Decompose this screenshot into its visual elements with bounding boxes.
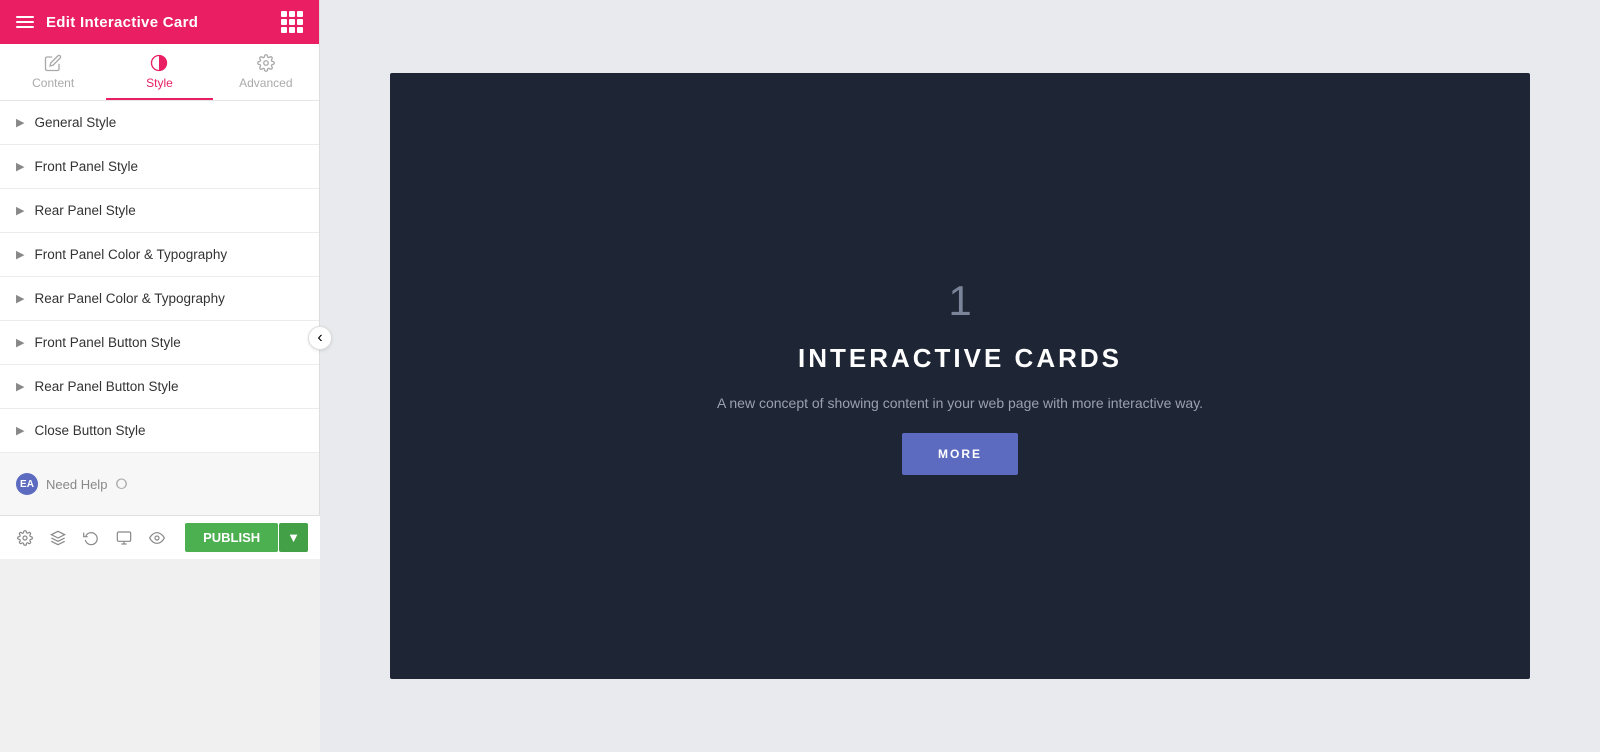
help-circle-icon[interactable]: ⭘︎ bbox=[115, 476, 127, 493]
tab-content-label: Content bbox=[32, 76, 74, 90]
section-front-panel-style-label: Front Panel Style bbox=[34, 159, 138, 174]
section-rear-panel-color-typography-header[interactable]: ▶ Rear Panel Color & Typography bbox=[0, 277, 319, 320]
chevron-right-icon: ▶ bbox=[16, 204, 24, 217]
bottom-toolbar: PUBLISH ▼ bbox=[0, 515, 320, 559]
card-number: 1 bbox=[948, 277, 971, 325]
section-rear-panel-color-typography: ▶ Rear Panel Color & Typography bbox=[0, 277, 319, 321]
section-front-panel-style-header[interactable]: ▶ Front Panel Style bbox=[0, 145, 319, 188]
section-rear-panel-style: ▶ Rear Panel Style bbox=[0, 189, 319, 233]
hamburger-menu-icon[interactable] bbox=[16, 16, 34, 28]
sidebar-sections: ▶ General Style ▶ Front Panel Style ▶ Re… bbox=[0, 101, 319, 453]
section-close-button-style-label: Close Button Style bbox=[34, 423, 145, 438]
chevron-right-icon: ▶ bbox=[16, 116, 24, 129]
tab-content[interactable]: Content bbox=[0, 44, 106, 100]
tab-advanced-label: Advanced bbox=[239, 76, 292, 90]
sidebar: Edit Interactive Card Content bbox=[0, 0, 320, 559]
pencil-icon bbox=[44, 54, 62, 72]
section-front-panel-button-style-header[interactable]: ▶ Front Panel Button Style bbox=[0, 321, 319, 364]
sidebar-title: Edit Interactive Card bbox=[46, 14, 198, 31]
history-icon[interactable] bbox=[78, 524, 103, 552]
section-rear-panel-button-style-label: Rear Panel Button Style bbox=[34, 379, 178, 394]
section-rear-panel-button-style-header[interactable]: ▶ Rear Panel Button Style bbox=[0, 365, 319, 408]
card-more-button[interactable]: MORE bbox=[902, 433, 1018, 475]
tab-advanced[interactable]: Advanced bbox=[213, 44, 319, 100]
sidebar-header: Edit Interactive Card bbox=[0, 0, 319, 44]
sidebar-collapse-arrow[interactable]: ‹ bbox=[308, 326, 332, 350]
section-general-style-header[interactable]: ▶ General Style bbox=[0, 101, 319, 144]
gear-icon bbox=[257, 54, 275, 72]
publish-button[interactable]: PUBLISH bbox=[185, 523, 278, 552]
publish-caret-button[interactable]: ▼ bbox=[279, 523, 308, 552]
card-inner: 1 INTERACTIVE CARDS A new concept of sho… bbox=[717, 277, 1203, 474]
ea-badge: EA bbox=[16, 473, 38, 495]
layers-icon[interactable] bbox=[45, 524, 70, 552]
chevron-right-icon: ▶ bbox=[16, 336, 24, 349]
section-rear-panel-button-style: ▶ Rear Panel Button Style bbox=[0, 365, 319, 409]
style-icon bbox=[150, 54, 168, 72]
grid-menu-icon[interactable] bbox=[281, 11, 303, 33]
chevron-right-icon: ▶ bbox=[16, 424, 24, 437]
sidebar-tabs: Content Style Advanced bbox=[0, 44, 319, 101]
chevron-right-icon: ▶ bbox=[16, 248, 24, 261]
section-close-button-style-header[interactable]: ▶ Close Button Style bbox=[0, 409, 319, 452]
chevron-right-icon: ▶ bbox=[16, 160, 24, 173]
section-front-panel-color-typography: ▶ Front Panel Color & Typography bbox=[0, 233, 319, 277]
section-general-style-label: General Style bbox=[34, 115, 116, 130]
chevron-right-icon: ▶ bbox=[16, 380, 24, 393]
main-content: 1 INTERACTIVE CARDS A new concept of sho… bbox=[320, 0, 1600, 752]
section-rear-panel-style-header[interactable]: ▶ Rear Panel Style bbox=[0, 189, 319, 232]
section-general-style: ▶ General Style bbox=[0, 101, 319, 145]
section-front-panel-button-style-label: Front Panel Button Style bbox=[34, 335, 180, 350]
card-description: A new concept of showing content in your… bbox=[717, 392, 1203, 414]
publish-group: PUBLISH ▼ bbox=[185, 523, 308, 552]
monitor-icon[interactable] bbox=[111, 524, 136, 552]
section-front-panel-button-style: ▶ Front Panel Button Style bbox=[0, 321, 319, 365]
eye-icon[interactable] bbox=[144, 524, 169, 552]
section-front-panel-style: ▶ Front Panel Style bbox=[0, 145, 319, 189]
chevron-right-icon: ▶ bbox=[16, 292, 24, 305]
settings-icon[interactable] bbox=[12, 524, 37, 552]
section-rear-panel-style-label: Rear Panel Style bbox=[34, 203, 135, 218]
section-front-panel-color-typography-label: Front Panel Color & Typography bbox=[34, 247, 227, 262]
need-help-section: EA Need Help ⭘︎ bbox=[0, 453, 319, 515]
section-front-panel-color-typography-header[interactable]: ▶ Front Panel Color & Typography bbox=[0, 233, 319, 276]
need-help-label: Need Help bbox=[46, 477, 107, 492]
section-close-button-style: ▶ Close Button Style bbox=[0, 409, 319, 453]
card-preview: 1 INTERACTIVE CARDS A new concept of sho… bbox=[390, 73, 1530, 679]
card-title: INTERACTIVE CARDS bbox=[798, 343, 1122, 374]
tab-style[interactable]: Style bbox=[106, 44, 212, 100]
section-rear-panel-color-typography-label: Rear Panel Color & Typography bbox=[34, 291, 224, 306]
tab-style-label: Style bbox=[146, 76, 173, 90]
